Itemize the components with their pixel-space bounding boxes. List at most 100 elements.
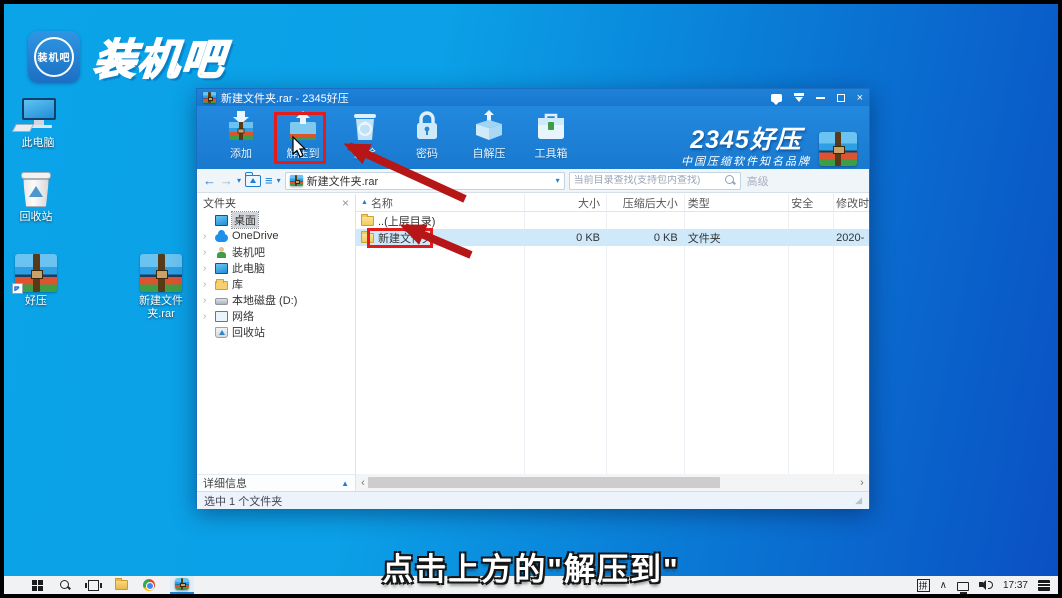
resize-grip[interactable]: ◢ — [855, 495, 862, 506]
self-extract-icon — [471, 110, 507, 142]
shortcut-arrow-icon — [12, 283, 23, 294]
tree-panel-title: 文件夹 — [203, 195, 236, 211]
address-text: 新建文件夹.rar — [307, 173, 379, 189]
screen: 装机吧 装机吧 此电脑 回收站 好压 新建文件夹.rar — [0, 0, 1062, 598]
toolbox-button[interactable]: 工具箱 — [520, 110, 582, 165]
haozip-brand: 2345好压 中国压缩软件知名品牌 — [681, 128, 857, 169]
view-dropdown-icon[interactable]: ▾ — [277, 176, 281, 185]
window-title: 新建文件夹.rar - 2345好压 — [221, 90, 349, 106]
details-panel-header[interactable]: 详细信息 ▲ — [197, 474, 356, 491]
column-name[interactable]: ▲ 名称 — [356, 194, 523, 211]
search-icon[interactable] — [725, 175, 736, 186]
desktop-icon-label: 好压 — [0, 295, 75, 308]
folder-icon — [361, 216, 374, 226]
toolbox-icon — [533, 110, 569, 142]
column-packed-size[interactable]: 压缩后大小 — [605, 194, 683, 211]
feedback-icon[interactable] — [771, 91, 782, 105]
column-modified[interactable]: 修改时 — [831, 194, 869, 211]
selection-status: 选中 1 个文件夹 — [204, 493, 282, 509]
address-archive-icon — [290, 175, 303, 186]
password-button[interactable]: 密码 — [396, 110, 458, 165]
desktop-icon-label: 此电脑 — [0, 137, 77, 150]
this-pc-icon — [18, 98, 58, 134]
desktop: 装机吧 装机吧 此电脑 回收站 好压 新建文件夹.rar — [4, 4, 1058, 576]
highlight-box-extract-button — [274, 112, 326, 164]
recycle-bin-icon — [215, 327, 228, 338]
tree-item-libraries[interactable]: › 库 — [197, 276, 355, 292]
file-row-parent-dir[interactable]: ..(上层目录) — [356, 212, 869, 229]
brand-title: 2345好压 — [681, 128, 811, 152]
scrollbar-thumb[interactable] — [368, 477, 720, 488]
horizontal-scrollbar[interactable]: ‹ › — [356, 474, 869, 491]
user-icon — [215, 247, 228, 258]
cloud-icon — [215, 234, 228, 242]
history-dropdown-icon[interactable]: ▾ — [237, 176, 241, 185]
brand-tagline: 中国压缩软件知名品牌 — [681, 153, 811, 169]
address-dropdown-icon[interactable]: ▾ — [556, 176, 560, 185]
column-security[interactable]: 安全 — [786, 194, 831, 211]
zhuangjiba-badge-icon: 装机吧 — [28, 31, 80, 83]
toolbar-button-label: 工具箱 — [535, 145, 568, 161]
navigation-bar: ← → ▾ ≡ ▾ 新建文件夹.rar ▾ 高级 — [197, 169, 869, 193]
scroll-right-icon[interactable]: › — [855, 477, 869, 489]
desktop-icon-this-pc[interactable]: 此电脑 — [0, 94, 77, 150]
haozip-archive-icon — [15, 254, 57, 292]
close-panel-icon[interactable]: × — [342, 196, 349, 210]
collapse-icon[interactable]: ▲ — [341, 479, 349, 488]
sfx-button[interactable]: 自解压 — [458, 110, 520, 165]
disk-icon — [215, 298, 228, 305]
up-folder-button[interactable] — [245, 175, 261, 187]
back-button[interactable]: ← — [203, 173, 216, 188]
desktop-icon-haozip[interactable]: 好压 — [0, 252, 75, 308]
brand-archive-icon — [819, 132, 857, 166]
desktop-icon-label: 新建文件夹.rar — [131, 295, 191, 321]
tree-item-local-disk-d[interactable]: › 本地磁盘 (D:) — [197, 292, 355, 308]
monitor-icon — [215, 263, 228, 274]
window-app-icon — [203, 92, 216, 103]
tree-item-recycle-bin[interactable]: 回收站 — [197, 324, 355, 340]
file-list-header: ▲ 名称 大小 压缩后大小 类型 安全 修改时 — [356, 194, 869, 212]
desktop-icon-recycle-bin[interactable]: 回收站 — [0, 168, 75, 224]
tree-item-this-pc[interactable]: › 此电脑 — [197, 260, 355, 276]
tutorial-caption: 点击上方的"解压到" — [4, 544, 1058, 589]
library-folder-icon — [215, 281, 228, 290]
highlight-box-new-folder — [367, 228, 433, 248]
forward-button[interactable]: → — [220, 173, 233, 188]
desktop-icon-rar-file[interactable]: 新建文件夹.rar — [122, 252, 200, 321]
window-main: 文件夹 × 桌面 › OneDrive › 装机吧 › 此电脑 — [197, 194, 869, 474]
add-button[interactable]: 添加 — [210, 110, 272, 165]
details-row: 详细信息 ▲ ‹ › — [197, 474, 869, 491]
tree-item-user[interactable]: › 装机吧 — [197, 244, 355, 260]
column-type[interactable]: 类型 — [683, 194, 787, 211]
tree-item-network[interactable]: › 网络 — [197, 308, 355, 324]
address-bar[interactable]: 新建文件夹.rar ▾ — [285, 172, 565, 190]
close-button[interactable]: × — [857, 91, 863, 105]
search-box[interactable] — [569, 172, 741, 190]
rar-archive-icon — [140, 254, 182, 292]
folder-tree-panel: 文件夹 × 桌面 › OneDrive › 装机吧 › 此电脑 — [197, 194, 356, 474]
sort-asc-icon: ▲ — [361, 199, 368, 206]
monitor-icon — [215, 215, 228, 226]
skin-icon[interactable] — [794, 91, 804, 105]
toolbar-button-label: 密码 — [416, 145, 438, 161]
logo-wordmark: 装机吧 — [91, 26, 228, 87]
view-mode-button[interactable]: ≡ — [265, 173, 273, 188]
tree-item-onedrive[interactable]: › OneDrive — [197, 228, 355, 244]
network-icon — [215, 311, 228, 322]
window-titlebar[interactable]: 新建文件夹.rar - 2345好压 × — [197, 89, 869, 106]
lock-icon — [409, 110, 445, 142]
haozip-window: 新建文件夹.rar - 2345好压 × — [196, 88, 870, 508]
minimize-button[interactable] — [816, 91, 825, 105]
toolbar-button-label: 自解压 — [473, 145, 506, 161]
maximize-button[interactable] — [837, 91, 845, 105]
column-size[interactable]: 大小 — [523, 194, 605, 211]
search-input[interactable] — [574, 175, 725, 186]
trash-icon — [347, 110, 383, 142]
recycle-bin-icon — [21, 172, 51, 208]
add-archive-icon — [223, 110, 259, 142]
status-bar: 选中 1 个文件夹 ◢ — [197, 491, 869, 509]
advanced-search-link[interactable]: 高级 — [747, 173, 769, 189]
delete-button[interactable]: 删除 — [334, 110, 396, 165]
tree-item-desktop[interactable]: 桌面 — [197, 212, 355, 228]
toolbar-button-label: 添加 — [230, 145, 252, 161]
